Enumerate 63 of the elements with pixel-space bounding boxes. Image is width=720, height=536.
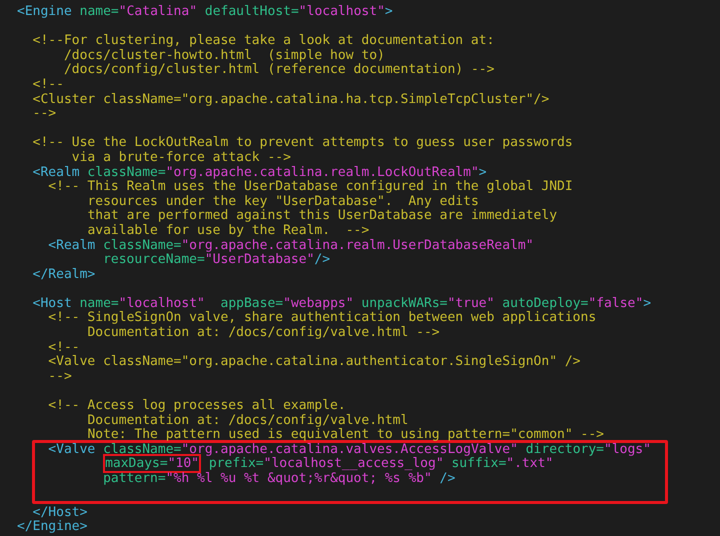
comment-text: Documentation at: /docs/config/valve.html xyxy=(87,412,408,428)
attribute-value: "localhost" xyxy=(118,296,205,311)
comment-text: via a brute-force attack --> xyxy=(72,150,291,165)
attribute-value: "org.apache.catalina.valves.AccessLogValve" xyxy=(181,442,518,457)
comment-text: <!-- xyxy=(32,76,64,92)
attribute-value: ".txt" xyxy=(506,456,554,472)
attribute-name: appBase= xyxy=(219,296,284,311)
attribute-value: "org.apache.catalina.realm.UserDatabaseRealm" xyxy=(181,238,534,252)
comment-text: <!--For clustering, please take a look at documentation at: xyxy=(32,33,494,48)
attribute-value: "webapps" xyxy=(283,296,354,311)
attribute-value: "localhost" xyxy=(298,4,385,19)
xml-tag: </Host> xyxy=(32,504,88,520)
comment-text: <Cluster className="org.apache.catalina.ha.tcp.SimpleTcpCluster"/> xyxy=(32,92,550,107)
attribute-name: unpackWARs= xyxy=(360,296,448,311)
attribute-value: "true" xyxy=(448,296,494,311)
comment-text: <!-- This Realm uses the UserDatabase configured in the global JNDI xyxy=(48,179,573,194)
comment-text: <Valve className="org.apache.catalina.authenticator.SingleSignOn" /> xyxy=(48,354,581,370)
comment-text: <!-- SingleSignOn valve, share authentication between web applications xyxy=(48,310,596,326)
xml-tag: <Valve xyxy=(48,442,96,457)
attribute-value: "%h %l %u %t &quot;%r&quot; %s %b" xyxy=(166,471,432,486)
attribute-value: "10" xyxy=(168,456,200,472)
comment-text: <!-- xyxy=(48,340,80,355)
xml-tag: </Realm> xyxy=(32,266,96,282)
attribute-value: "logs" xyxy=(604,442,651,457)
attribute-value: "false" xyxy=(588,296,644,311)
attribute-name: suffix= xyxy=(450,456,506,472)
comment-text: Documentation at: /docs/config/valve.html --> xyxy=(87,325,440,340)
attribute-name: autoDeploy= xyxy=(501,296,588,311)
xml-tag: > xyxy=(643,296,652,311)
attribute-name: className= xyxy=(86,164,166,180)
comment-text: <!-- Access log processes all example. xyxy=(48,398,346,414)
attribute-name: name= xyxy=(78,4,119,19)
xml-tag: <Realm xyxy=(32,164,80,180)
attribute-name: defaultHost= xyxy=(204,4,299,19)
attribute-name: name= xyxy=(78,296,119,311)
attribute-value: "localhost__access_log" xyxy=(264,456,444,472)
attribute-name: className= xyxy=(102,442,182,457)
comment-text: <!-- Use the LockOutRealm to prevent attempts to guess user passwords xyxy=(32,135,573,150)
xml-tag: > xyxy=(478,164,487,180)
attribute-name: pattern= xyxy=(103,471,166,486)
xml-tag: /> xyxy=(314,252,330,268)
xml-tag: <Host xyxy=(32,296,72,311)
attribute-value: "org.apache.catalina.realm.LockOutRealm" xyxy=(166,164,479,180)
comment-text: --> xyxy=(32,106,56,122)
attribute-value: "Catalina" xyxy=(118,4,198,19)
comment-text: /docs/config/cluster.html (reference documentation) --> xyxy=(64,62,494,78)
attribute-name: maxDays= xyxy=(105,456,168,472)
xml-tag: <Engine xyxy=(17,4,72,19)
comment-text: /docs/cluster-howto.html (simple how to) xyxy=(64,48,385,63)
attribute-value: "UserDatabase" xyxy=(204,252,314,268)
comment-text: resources under the key "UserDatabase". Any edits xyxy=(87,194,479,209)
xml-tag: > xyxy=(384,4,393,19)
xml-tag: /> xyxy=(432,471,456,486)
attribute-name: resourceName= xyxy=(103,252,205,268)
attribute-name: prefix= xyxy=(208,456,264,472)
comment-text: available for use by the Realm. --> xyxy=(87,222,370,238)
comment-text: that are performed against this UserDatabase are immediately xyxy=(87,208,558,224)
xml-tag: </Engine> xyxy=(17,519,88,534)
attribute-name: directory= xyxy=(524,442,604,457)
attribute-name: className= xyxy=(102,238,182,252)
comment-text: --> xyxy=(48,368,72,384)
comment-text: Note: The pattern used is equivalent to using pattern="common" --> xyxy=(87,427,604,442)
xml-tag: <Realm xyxy=(48,238,96,252)
